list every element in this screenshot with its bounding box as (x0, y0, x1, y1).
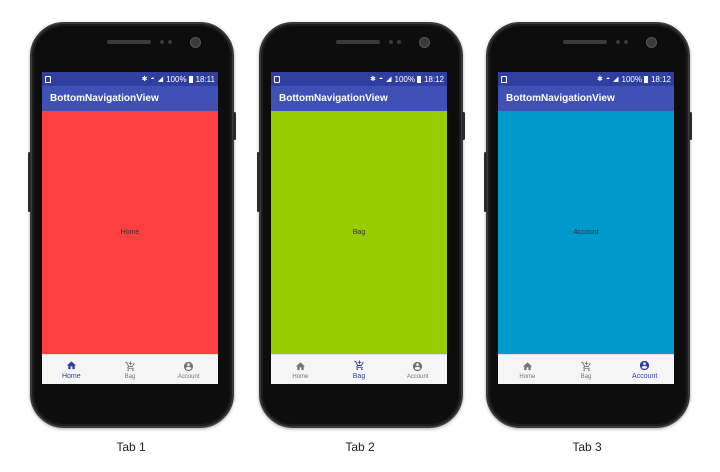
nav-item-bag[interactable]: Bag (101, 355, 160, 384)
battery-percent: 100% (394, 74, 415, 84)
phone-body: ✱ ◓ ◢ 100% 18:11 BottomNavigationView Ho… (28, 22, 236, 428)
nav-item-home[interactable]: Home (42, 355, 101, 384)
nav-item-home[interactable]: Home (271, 355, 330, 384)
cart-icon (124, 360, 135, 371)
volume-button (257, 152, 260, 212)
signal-icon: ◢ (157, 75, 164, 83)
phone-body: ✱ ◓ ◢ 100% 18:12 BottomNavigationView Ac… (484, 22, 692, 428)
bottom-navigation: Home Bag Account (498, 354, 674, 384)
nav-label: Bag (124, 373, 136, 380)
phone-tab-1: ✱ ◓ ◢ 100% 18:11 BottomNavigationView Ho… (26, 0, 236, 472)
sim-icon (45, 75, 51, 83)
sensor-dot (168, 40, 172, 44)
nav-label: Home (519, 373, 536, 380)
nav-label: Bag (352, 373, 366, 380)
power-button (462, 112, 465, 140)
battery-percent: 100% (166, 74, 187, 84)
home-icon (295, 361, 305, 370)
caption: Tab 1 (116, 440, 146, 454)
content-area: Account (498, 111, 674, 354)
app-title: BottomNavigationView (279, 93, 388, 104)
cart-icon (353, 360, 364, 371)
nav-item-home[interactable]: Home (498, 355, 557, 384)
nav-label: Home (61, 373, 81, 380)
app-title: BottomNavigationView (50, 93, 159, 104)
nav-label: Home (292, 373, 309, 380)
sim-icon (501, 75, 507, 83)
app-title: BottomNavigationView (506, 93, 615, 104)
sensor-dot (389, 40, 393, 44)
caption: Tab 2 (345, 440, 375, 454)
signal-icon: ◢ (613, 75, 619, 83)
app-bar: BottomNavigationView (498, 86, 674, 111)
home-icon (522, 361, 532, 370)
phone-tab-2: ✱ ◓ ◢ 100% 18:12 BottomNavigationView Ba… (255, 0, 465, 472)
content-label: Account (573, 229, 599, 236)
front-camera (419, 37, 430, 48)
account-icon (413, 361, 423, 371)
status-bar: ✱ ◓ ◢ 100% 18:11 (42, 72, 218, 86)
volume-button (28, 152, 31, 212)
sensor-dot (397, 40, 401, 44)
battery-percent: 100% (621, 74, 642, 84)
bottom-navigation: Home Bag Account (271, 354, 447, 384)
nav-item-account[interactable]: Account (159, 355, 218, 384)
status-bar: ✱ ◓ ◢ 100% 18:12 (498, 72, 674, 86)
sensor-dot (160, 40, 164, 44)
nav-label: Account (177, 373, 200, 380)
front-camera (190, 37, 201, 48)
app-bar: BottomNavigationView (42, 86, 218, 111)
status-time: 18:11 (195, 74, 215, 84)
home-icon (66, 361, 76, 370)
sensor-dot (624, 40, 628, 44)
content-area: Home (42, 111, 218, 354)
bluetooth-icon: ✱ (370, 75, 376, 83)
sensor-dot (616, 40, 620, 44)
bluetooth-icon: ✱ (141, 75, 148, 83)
bluetooth-icon: ✱ (597, 75, 603, 83)
status-time: 18:12 (423, 74, 444, 84)
battery-icon (643, 75, 648, 83)
phone-tab-3: ✱ ◓ ◢ 100% 18:12 BottomNavigationView Ac… (482, 0, 692, 472)
content-label: Bag (352, 229, 366, 236)
volume-button (484, 152, 487, 212)
account-icon (184, 361, 194, 371)
nav-label: Account (406, 373, 429, 380)
caption: Tab 3 (572, 440, 602, 454)
content-label: Home (120, 229, 140, 236)
app-bar: BottomNavigationView (271, 86, 447, 111)
battery-icon (416, 75, 421, 83)
nav-item-bag[interactable]: Bag (557, 355, 616, 384)
screen: ✱ ◓ ◢ 100% 18:11 BottomNavigationView Ho… (42, 72, 218, 384)
status-time: 18:12 (650, 74, 671, 84)
power-button (689, 112, 692, 140)
earpiece-speaker (107, 40, 151, 44)
screen: ✱ ◓ ◢ 100% 18:12 BottomNavigationView Ac… (498, 72, 674, 384)
nav-item-bag[interactable]: Bag (330, 355, 389, 384)
content-area: Bag (271, 111, 447, 354)
phone-body: ✱ ◓ ◢ 100% 18:12 BottomNavigationView Ba… (257, 22, 465, 428)
signal-icon: ◢ (386, 75, 392, 83)
screen: ✱ ◓ ◢ 100% 18:12 BottomNavigationView Ba… (271, 72, 447, 384)
account-icon (640, 360, 650, 371)
earpiece-speaker (336, 40, 380, 44)
wifi-icon: ◓ (605, 75, 611, 83)
cart-icon (580, 360, 591, 371)
nav-item-account[interactable]: Account (388, 355, 447, 384)
front-camera (646, 37, 657, 48)
sim-icon (274, 75, 280, 83)
nav-label: Bag (580, 373, 592, 380)
bottom-navigation: Home Bag Account (42, 354, 218, 384)
wifi-icon: ◓ (378, 75, 384, 83)
status-bar: ✱ ◓ ◢ 100% 18:12 (271, 72, 447, 86)
wifi-icon: ◓ (150, 75, 155, 83)
battery-icon (188, 75, 193, 83)
power-button (233, 112, 236, 140)
nav-item-account[interactable]: Account (615, 355, 674, 384)
nav-label: Account (632, 373, 658, 380)
earpiece-speaker (563, 40, 607, 44)
